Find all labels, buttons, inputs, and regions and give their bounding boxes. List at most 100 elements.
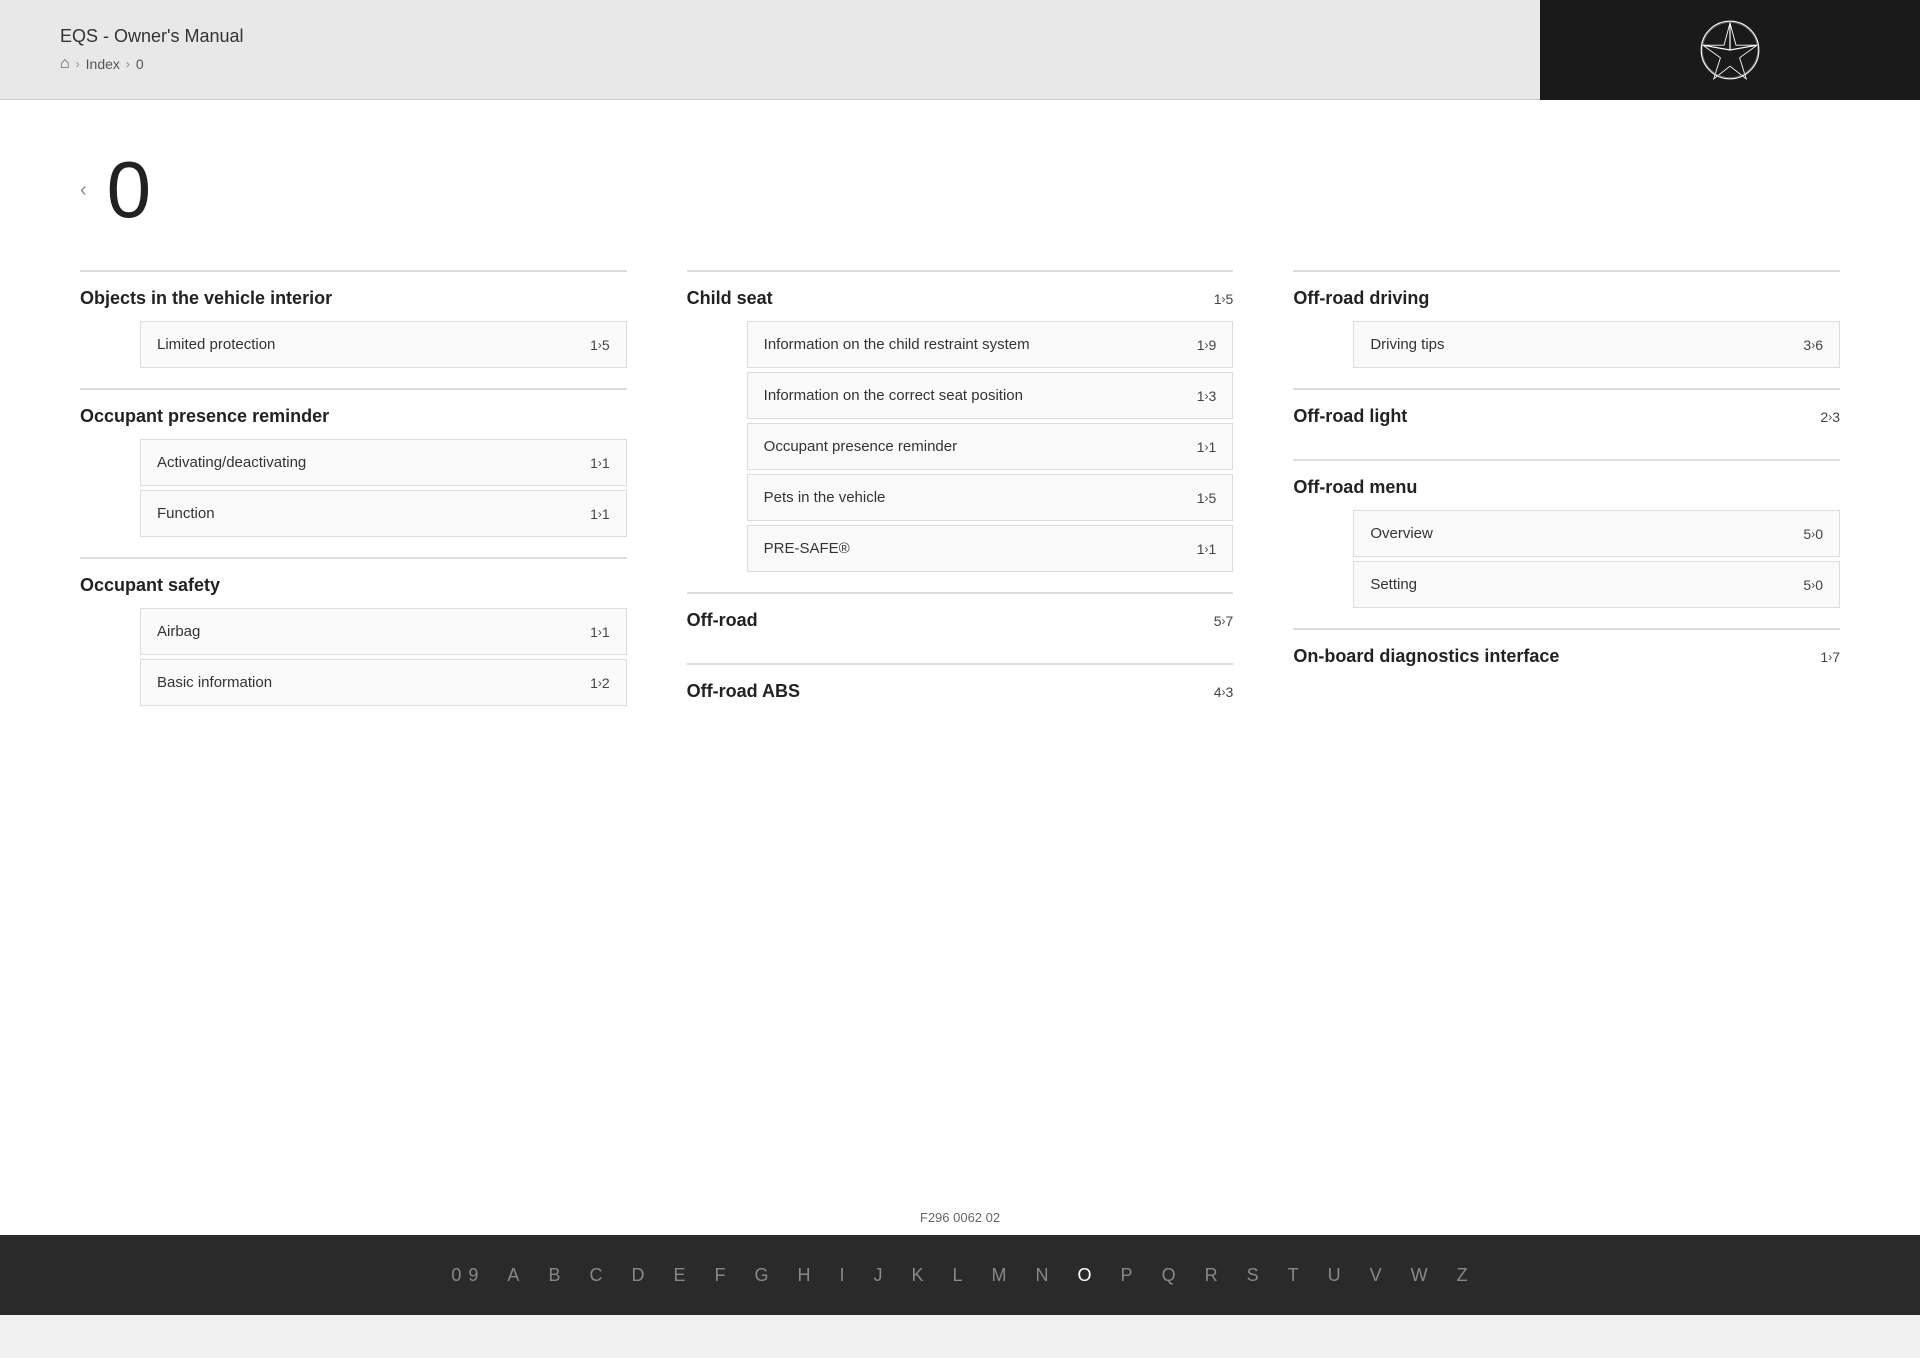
alpha-c[interactable]: C [589, 1265, 603, 1286]
entry-basic-information[interactable]: Basic information 1›2 [140, 659, 627, 706]
alpha-l[interactable]: L [953, 1265, 964, 1286]
alpha-p[interactable]: P [1121, 1265, 1134, 1286]
alphabet-bar: 0 9 A B C D E F G H I J K L M N O P Q R … [0, 1235, 1920, 1315]
logo-area [1540, 0, 1920, 100]
entry-driving-tips[interactable]: Driving tips 3›6 [1353, 321, 1840, 368]
alpha-m[interactable]: M [992, 1265, 1008, 1286]
column-2: Child seat 1›5 Information on the child … [687, 270, 1234, 734]
page-nav-left[interactable]: ‹ [80, 179, 87, 202]
page-header: ‹ 0 [80, 150, 1840, 230]
alpha-z[interactable]: Z [1457, 1265, 1469, 1286]
alpha-u[interactable]: U [1328, 1265, 1342, 1286]
alpha-a[interactable]: A [507, 1265, 520, 1286]
section-header-child-seat: Child seat 1›5 [687, 270, 1234, 321]
section-title-off-road-menu: Off-road menu [1293, 459, 1840, 510]
entry-pre-safe[interactable]: PRE-SAFE® 1›1 [747, 525, 1234, 572]
entry-label-activating: Activating/deactivating [157, 454, 590, 471]
entry-label-basic-information: Basic information [157, 674, 590, 691]
breadcrumb-index[interactable]: Index [86, 56, 120, 72]
entries-off-road-driving: Driving tips 3›6 [1293, 321, 1840, 368]
breadcrumb-sep2: › [126, 57, 130, 71]
entry-info-child-restraint[interactable]: Information on the child restraint syste… [747, 321, 1234, 368]
section-title-off-road-abs[interactable]: Off-road ABS [687, 681, 800, 702]
entry-page-function: 1›1 [590, 506, 610, 522]
entry-activating-deactivating[interactable]: Activating/deactivating 1›1 [140, 439, 627, 486]
section-off-road-driving: Off-road driving Driving tips 3›6 [1293, 270, 1840, 368]
entry-label-airbag: Airbag [157, 623, 590, 640]
alpha-q[interactable]: Q [1162, 1265, 1177, 1286]
mercedes-benz-logo [1700, 20, 1760, 80]
entry-setting[interactable]: Setting 5›0 [1353, 561, 1840, 608]
alpha-i[interactable]: I [839, 1265, 845, 1286]
entry-page-activating: 1›1 [590, 455, 610, 471]
entry-airbag[interactable]: Airbag 1›1 [140, 608, 627, 655]
breadcrumb: ⌂ › Index › 0 [60, 55, 244, 73]
entry-function[interactable]: Function 1›1 [140, 490, 627, 537]
section-child-seat: Child seat 1›5 Information on the child … [687, 270, 1234, 572]
alpha-r[interactable]: R [1205, 1265, 1219, 1286]
section-title-off-road-light[interactable]: Off-road light [1293, 406, 1407, 427]
entry-page-basic-information: 1›2 [590, 675, 610, 691]
header: EQS - Owner's Manual ⌂ › Index › 0 [0, 0, 1920, 100]
on-board-diagnostics-page: 1›7 [1820, 649, 1840, 665]
entries-occupant-safety: Airbag 1›1 Basic information 1›2 [80, 608, 627, 706]
entry-page-occupant-presence-child: 1›1 [1197, 439, 1217, 455]
section-title-off-road[interactable]: Off-road [687, 610, 758, 631]
alpha-j[interactable]: J [874, 1265, 884, 1286]
off-road-page: 5›7 [1214, 613, 1234, 629]
entry-page-setting: 5›0 [1803, 577, 1823, 593]
section-off-road-abs: Off-road ABS 4›3 [687, 663, 1234, 714]
entry-label-overview: Overview [1370, 525, 1803, 542]
main-content: ‹ 0 Objects in the vehicle interior Limi… [0, 100, 1920, 1200]
section-title-occupant-presence: Occupant presence reminder [80, 388, 627, 439]
breadcrumb-home-icon[interactable]: ⌂ [60, 55, 70, 73]
entry-page-pets-in-vehicle: 1›5 [1197, 490, 1217, 506]
alpha-t[interactable]: T [1288, 1265, 1300, 1286]
entry-info-seat-position[interactable]: Information on the correct seat position… [747, 372, 1234, 419]
alpha-k[interactable]: K [912, 1265, 925, 1286]
entry-page-airbag: 1›1 [590, 624, 610, 640]
alpha-b[interactable]: B [548, 1265, 561, 1286]
entries-occupant-presence: Activating/deactivating 1›1 Function 1›1 [80, 439, 627, 537]
section-on-board-diagnostics: On-board diagnostics interface 1›7 [1293, 628, 1840, 679]
section-header-off-road-abs: Off-road ABS 4›3 [687, 663, 1234, 714]
breadcrumb-current: 0 [136, 56, 144, 72]
section-off-road: Off-road 5›7 [687, 592, 1234, 643]
section-title-on-board-diagnostics[interactable]: On-board diagnostics interface [1293, 646, 1559, 667]
alpha-g[interactable]: G [754, 1265, 769, 1286]
alpha-f[interactable]: F [714, 1265, 726, 1286]
alpha-d[interactable]: D [631, 1265, 645, 1286]
alpha-w[interactable]: W [1411, 1265, 1429, 1286]
entry-label-limited-protection: Limited protection [157, 336, 590, 353]
alpha-v[interactable]: V [1370, 1265, 1383, 1286]
entry-overview[interactable]: Overview 5›0 [1353, 510, 1840, 557]
section-occupant-safety: Occupant safety Airbag 1›1 Basic informa… [80, 557, 627, 706]
alpha-s[interactable]: S [1247, 1265, 1260, 1286]
app-title: EQS - Owner's Manual [60, 26, 244, 47]
entry-page-overview: 5›0 [1803, 526, 1823, 542]
entry-occupant-presence-child[interactable]: Occupant presence reminder 1›1 [747, 423, 1234, 470]
entry-label-info-seat-position: Information on the correct seat position [764, 387, 1197, 404]
entry-label-driving-tips: Driving tips [1370, 336, 1803, 353]
section-header-on-board-diagnostics: On-board diagnostics interface 1›7 [1293, 628, 1840, 679]
section-off-road-menu: Off-road menu Overview 5›0 Setting 5›0 [1293, 459, 1840, 608]
section-occupant-presence: Occupant presence reminder Activating/de… [80, 388, 627, 537]
alpha-09[interactable]: 0 9 [451, 1265, 479, 1286]
section-title-occupant-safety: Occupant safety [80, 557, 627, 608]
entries-child-seat: Information on the child restraint syste… [687, 321, 1234, 572]
alpha-h[interactable]: H [797, 1265, 811, 1286]
entry-limited-protection[interactable]: Limited protection 1›5 [140, 321, 627, 368]
section-title-objects: Objects in the vehicle interior [80, 270, 627, 321]
section-title-child-seat[interactable]: Child seat [687, 288, 773, 309]
alpha-o[interactable]: O [1078, 1265, 1093, 1286]
section-header-off-road: Off-road 5›7 [687, 592, 1234, 643]
entry-page-limited-protection: 1›5 [590, 337, 610, 353]
alpha-n[interactable]: N [1036, 1265, 1050, 1286]
section-off-road-light: Off-road light 2›3 [1293, 388, 1840, 439]
section-objects-in-vehicle: Objects in the vehicle interior Limited … [80, 270, 627, 368]
entry-pets-in-vehicle[interactable]: Pets in the vehicle 1›5 [747, 474, 1234, 521]
header-left: EQS - Owner's Manual ⌂ › Index › 0 [60, 26, 244, 73]
alpha-e[interactable]: E [673, 1265, 686, 1286]
section-title-off-road-driving: Off-road driving [1293, 270, 1840, 321]
entry-label-pre-safe: PRE-SAFE® [764, 540, 1197, 557]
